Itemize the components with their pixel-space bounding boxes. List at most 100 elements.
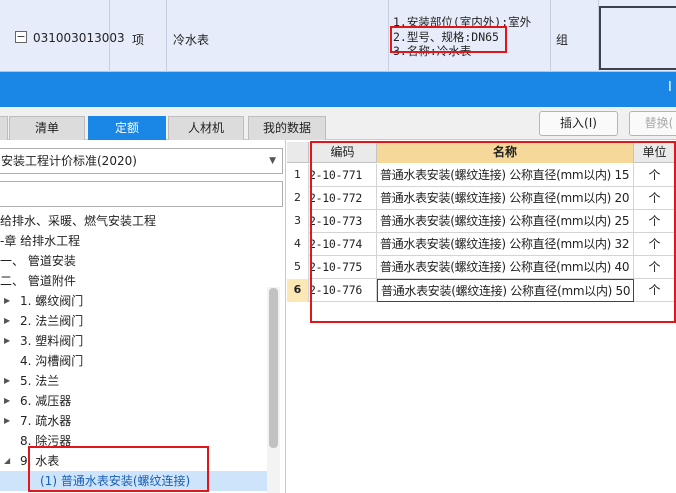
description-line: 3.名称:冷水表 bbox=[393, 44, 472, 58]
table-row[interactable]: 5 2-10-775 普通水表安装(螺纹连接) 公称直径(mm以内) 40 个 bbox=[287, 256, 676, 279]
tree-item[interactable]: ▶ 7. 疏水器 bbox=[0, 411, 268, 431]
row-unit[interactable]: 个 bbox=[634, 164, 676, 187]
quota-tree-panel: 安装工程计价标准(2020) ▼ 给排水、采暖、燃气安装工程 -章 给排水工程 … bbox=[0, 140, 286, 493]
row-code[interactable]: 2-10-774 bbox=[309, 233, 377, 256]
row-code[interactable]: 2-10-775 bbox=[309, 256, 377, 279]
tree-item[interactable]: ▶ 1. 螺纹阀门 bbox=[0, 291, 268, 311]
row-number: 3 bbox=[287, 210, 309, 233]
tab-quota[interactable]: 定额 bbox=[88, 116, 166, 140]
table-header: 编码 名称 单位 bbox=[287, 142, 676, 163]
tree-item-label: 5. 法兰 bbox=[20, 374, 60, 388]
replace-button[interactable]: 替换( bbox=[629, 111, 676, 136]
tree-item[interactable]: 8. 除污器 bbox=[0, 431, 268, 451]
tree-item-label: 3. 塑料阀门 bbox=[20, 334, 84, 348]
tree-item-label: 2. 法兰阀门 bbox=[20, 314, 84, 328]
tree-item-label: 8. 除污器 bbox=[20, 434, 72, 448]
row-name[interactable]: 普通水表安装(螺纹连接) 公称直径(mm以内) 25 bbox=[377, 210, 634, 233]
header-name[interactable]: 名称 bbox=[377, 142, 634, 163]
chevron-down-icon[interactable]: ▼ bbox=[269, 149, 276, 173]
tree-item-label: 一、 管道安装 bbox=[0, 254, 76, 268]
tab-bill[interactable]: 清单 bbox=[9, 116, 85, 140]
row-unit[interactable]: 个 bbox=[634, 210, 676, 233]
tree-item-label: -章 给排水工程 bbox=[0, 234, 81, 248]
tree-item[interactable]: 二、 管道附件 bbox=[0, 271, 268, 291]
tree-item[interactable]: 一、 管道安装 bbox=[0, 251, 268, 271]
selected-quantity-cell[interactable] bbox=[599, 6, 676, 70]
tree-item-label: 给排水、采暖、燃气安装工程 bbox=[0, 214, 157, 228]
row-unit[interactable]: 个 bbox=[634, 279, 676, 302]
row-number: 2 bbox=[287, 187, 309, 210]
panel-title-bar: Ⅰ bbox=[0, 72, 676, 107]
tree-item-label: 9. 水表 bbox=[20, 454, 60, 468]
bill-description: 1.安装部位(室内外):室外 2.型号、规格:DN65 3.名称:冷水表 bbox=[393, 15, 531, 59]
tree-item[interactable]: ▶ 3. 塑料阀门 bbox=[0, 331, 268, 351]
table-row[interactable]: 3 2-10-773 普通水表安装(螺纹连接) 公称直径(mm以内) 25 个 bbox=[287, 210, 676, 233]
row-code[interactable]: 2-10-773 bbox=[309, 210, 377, 233]
collapse-arrow-icon[interactable]: ◢ bbox=[4, 451, 10, 471]
row-name[interactable]: 普通水表安装(螺纹连接) 公称直径(mm以内) 20 bbox=[377, 187, 634, 210]
row-unit[interactable]: 个 bbox=[634, 233, 676, 256]
tab-my-data[interactable]: 我的数据 bbox=[248, 116, 326, 140]
expand-arrow-icon[interactable]: ▶ bbox=[4, 291, 10, 311]
table-row[interactable]: 2 2-10-772 普通水表安装(螺纹连接) 公称直径(mm以内) 20 个 bbox=[287, 187, 676, 210]
bill-name-cell[interactable]: 冷水表 bbox=[167, 0, 389, 72]
tree-item[interactable]: ▶ 6. 减压器 bbox=[0, 391, 268, 411]
expand-arrow-icon[interactable]: ▶ bbox=[4, 371, 10, 391]
tree-item-label: 4. 沟槽阀门 bbox=[20, 354, 84, 368]
tree-search-input[interactable] bbox=[0, 181, 283, 207]
header-row-number bbox=[287, 142, 309, 163]
description-line: 2.型号、规格:DN65 bbox=[393, 29, 499, 44]
row-code[interactable]: 2-10-771 bbox=[309, 164, 377, 187]
row-number: 1 bbox=[287, 164, 309, 187]
expand-arrow-icon[interactable]: ▶ bbox=[4, 331, 10, 351]
tree-item[interactable]: ◢ 9. 水表 bbox=[0, 451, 268, 471]
bill-type-cell[interactable]: 项 bbox=[110, 0, 167, 72]
tab-labor-material[interactable]: 人材机 bbox=[168, 116, 244, 140]
expand-arrow-icon[interactable]: ▶ bbox=[4, 411, 10, 431]
bill-name: 冷水表 bbox=[173, 33, 210, 47]
row-name[interactable]: 普通水表安装(螺纹连接) 公称直径(mm以内) 32 bbox=[377, 233, 634, 256]
bill-unit-cell[interactable]: 组 bbox=[551, 0, 599, 72]
header-unit[interactable]: 单位 bbox=[634, 142, 676, 163]
tree-item[interactable]: ▶ 2. 法兰阀门 bbox=[0, 311, 268, 331]
row-unit[interactable]: 个 bbox=[634, 187, 676, 210]
quota-table: 编码 名称 单位 1 2-10-771 普通水表安装(螺纹连接) 公称直径(mm… bbox=[287, 140, 676, 493]
table-row[interactable]: 1 2-10-771 普通水表安装(螺纹连接) 公称直径(mm以内) 15 个 bbox=[287, 164, 676, 187]
table-row-current[interactable]: 6 2-10-776 普通水表安装(螺纹连接) 公称直径(mm以内) 50 个 bbox=[287, 279, 676, 302]
row-name[interactable]: 普通水表安装(螺纹连接) 公称直径(mm以内) 50 bbox=[377, 279, 634, 302]
tree-item[interactable]: 给排水、采暖、燃气安装工程 bbox=[0, 211, 268, 231]
row-name[interactable]: 普通水表安装(螺纹连接) 公称直径(mm以内) 40 bbox=[377, 256, 634, 279]
expand-arrow-icon[interactable]: ▶ bbox=[4, 311, 10, 331]
bill-code-cell[interactable]: − 031003013003 bbox=[0, 0, 125, 72]
standard-select-value: 安装工程计价标准(2020) bbox=[1, 154, 137, 168]
bill-unit: 组 bbox=[556, 33, 569, 47]
row-number: 6 bbox=[287, 279, 309, 302]
tree-scrollbar-thumb[interactable] bbox=[269, 288, 278, 448]
row-code[interactable]: 2-10-772 bbox=[309, 187, 377, 210]
tab-strip: 清单 定额 人材机 我的数据 插入(I) 替换( bbox=[0, 107, 676, 140]
standard-select[interactable]: 安装工程计价标准(2020) ▼ bbox=[0, 148, 283, 174]
tree-item[interactable]: ▶ 5. 法兰 bbox=[0, 371, 268, 391]
row-code[interactable]: 2-10-776 bbox=[309, 279, 377, 302]
title-bar-mark: Ⅰ bbox=[668, 80, 672, 95]
tree-item-label: 二、 管道附件 bbox=[0, 274, 76, 288]
table-row[interactable]: 4 2-10-774 普通水表安装(螺纹连接) 公称直径(mm以内) 32 个 bbox=[287, 233, 676, 256]
collapse-toggle[interactable]: − bbox=[15, 31, 27, 43]
tree-item-label: 7. 疏水器 bbox=[20, 414, 72, 428]
tree-item-selected[interactable]: (1) 普通水表安装(螺纹连接) bbox=[0, 471, 268, 491]
bill-row[interactable]: − 031003013003 项 冷水表 1.安装部位(室内外):室外 2.型号… bbox=[0, 0, 676, 72]
insert-button[interactable]: 插入(I) bbox=[539, 111, 618, 136]
tree-item[interactable]: 4. 沟槽阀门 bbox=[0, 351, 268, 371]
expand-arrow-icon[interactable]: ▶ bbox=[4, 391, 10, 411]
row-name[interactable]: 普通水表安装(螺纹连接) 公称直径(mm以内) 15 bbox=[377, 164, 634, 187]
tree-item-label: 6. 减压器 bbox=[20, 394, 72, 408]
tree-item[interactable]: -章 给排水工程 bbox=[0, 231, 268, 251]
header-code[interactable]: 编码 bbox=[309, 142, 377, 163]
description-line: 1.安装部位(室内外):室外 bbox=[393, 15, 532, 29]
tree-item-label: 1. 螺纹阀门 bbox=[20, 294, 84, 308]
tab-partial[interactable] bbox=[0, 116, 8, 140]
bill-type: 项 bbox=[132, 33, 145, 47]
row-number: 4 bbox=[287, 233, 309, 256]
tree-item-label: (1) 普通水表安装(螺纹连接) bbox=[40, 474, 191, 488]
row-unit[interactable]: 个 bbox=[634, 256, 676, 279]
